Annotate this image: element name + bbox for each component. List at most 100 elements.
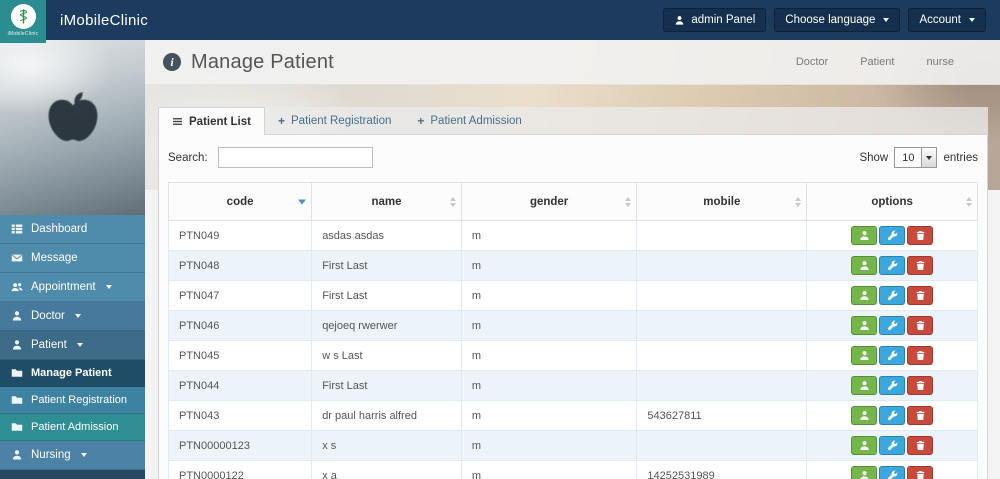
sidebar-item-message[interactable]: Message [0, 244, 145, 273]
list-icon [172, 116, 183, 127]
content: Patient List Patient Registration Patien… [158, 107, 988, 479]
patient-profile-button[interactable] [851, 376, 878, 395]
delete-patient-button[interactable] [907, 346, 934, 365]
cell-mobile [636, 310, 808, 341]
column-header-options[interactable]: options [806, 182, 978, 221]
sort-icon [625, 196, 632, 207]
delete-patient-button[interactable] [907, 256, 934, 275]
choose-language-button[interactable]: Choose language [774, 8, 901, 32]
search-label: Search: [168, 151, 208, 164]
sidebar-item-appointment[interactable]: Appointment [0, 273, 145, 302]
patient-profile-button[interactable] [851, 316, 878, 335]
column-header-mobile[interactable]: mobile [636, 182, 808, 221]
patient-profile-button[interactable] [851, 466, 878, 479]
sidebar-item-patient-registration[interactable]: Patient Registration [0, 387, 145, 414]
edit-patient-button[interactable] [879, 286, 906, 305]
patient-profile-button[interactable] [851, 406, 878, 425]
header-link-doctor[interactable]: Doctor [796, 56, 828, 68]
cell-code: PTN046 [167, 310, 313, 341]
sidebar-item-patient[interactable]: Patient [0, 331, 145, 360]
cell-mobile [636, 430, 808, 461]
sidebar-item-doctor[interactable]: Doctor [0, 302, 145, 331]
delete-patient-button[interactable] [907, 376, 934, 395]
edit-patient-button[interactable] [879, 316, 906, 335]
cell-code: PTN048 [167, 250, 313, 281]
brand-title: iMobileClinic [60, 11, 149, 29]
sidebar-item-dashboard[interactable]: Dashboard [0, 215, 145, 244]
account-button[interactable]: Account [908, 8, 986, 32]
delete-patient-button[interactable] [907, 406, 934, 425]
header-link-patient[interactable]: Patient [860, 56, 894, 68]
sidebar-item-label: Patient Registration [31, 394, 127, 406]
app-logo[interactable]: iMobileClinic [0, 0, 46, 43]
user-icon [859, 290, 870, 301]
delete-patient-button[interactable] [907, 226, 934, 245]
apple-silhouette [48, 92, 97, 142]
user-icon [859, 230, 870, 241]
trash-icon [915, 230, 926, 241]
patient-profile-button[interactable] [851, 256, 878, 275]
chevron-down-icon [76, 343, 83, 347]
cell-name: x s [311, 430, 462, 461]
column-header-code[interactable]: code [167, 182, 313, 221]
table-header-row: code name gender mobile options [167, 182, 978, 221]
edit-patient-button[interactable] [879, 406, 906, 425]
admin-panel-button[interactable]: admin Panel [663, 8, 767, 32]
navbar-actions: admin Panel Choose language Account [663, 8, 986, 32]
cell-mobile [636, 340, 808, 371]
patient-profile-button[interactable] [851, 346, 878, 365]
cell-name: x a [311, 460, 462, 479]
edit-patient-button[interactable] [879, 346, 906, 365]
tab-patient-admission[interactable]: Patient Admission [404, 107, 534, 134]
tab-patient-registration[interactable]: Patient Registration [265, 107, 404, 134]
table-row: PTN0000122 x a m 14252531989 [167, 460, 978, 479]
cell-gender: m [460, 370, 638, 401]
wrench-icon [887, 380, 898, 391]
cell-name: First Last [311, 370, 462, 401]
sidebar-item-patient-admission[interactable]: Patient Admission [0, 414, 145, 441]
sidebar-item-label: Appointment [31, 281, 96, 293]
dashboard-list-icon [10, 223, 23, 235]
patient-profile-button[interactable] [851, 436, 878, 455]
cell-mobile [636, 370, 808, 401]
cell-options [806, 460, 978, 479]
header-link-nurse[interactable]: nurse [926, 56, 954, 68]
table-row: PTN043 dr paul harris alfred m 543627811 [167, 400, 978, 431]
search-input[interactable] [217, 147, 373, 168]
select-arrow-icon [921, 148, 937, 167]
patient-profile-button[interactable] [851, 226, 878, 245]
cell-mobile: 14252531989 [636, 460, 808, 479]
delete-patient-button[interactable] [907, 286, 934, 305]
column-header-name[interactable]: name [311, 182, 462, 221]
patient-profile-button[interactable] [851, 286, 878, 305]
cell-gender: m [460, 460, 638, 479]
plus-icon [417, 114, 424, 128]
cell-code: PTN047 [167, 280, 313, 311]
delete-patient-button[interactable] [907, 316, 934, 335]
delete-patient-button[interactable] [907, 466, 934, 479]
edit-patient-button[interactable] [879, 436, 906, 455]
sidebar-item-label: Patient Admission [31, 421, 119, 433]
cell-options [806, 220, 978, 251]
sidebar-item-manage-patient[interactable]: Manage Patient [0, 360, 145, 387]
page-size-select[interactable]: 10 [894, 147, 938, 168]
cell-options [806, 430, 978, 461]
trash-icon [915, 290, 926, 301]
column-label: gender [529, 195, 569, 208]
chevron-down-icon [105, 285, 112, 289]
column-label: code [226, 195, 254, 208]
medical-caduceus-icon [10, 3, 36, 29]
edit-patient-button[interactable] [879, 466, 906, 479]
patient-table-body: PTN049 asdas asdas m PTN048 First Last m PTN04… [167, 220, 978, 479]
edit-patient-button[interactable] [879, 226, 906, 245]
delete-patient-button[interactable] [907, 436, 934, 455]
edit-patient-button[interactable] [879, 376, 906, 395]
edit-patient-button[interactable] [879, 256, 906, 275]
trash-icon [915, 320, 926, 331]
column-header-gender[interactable]: gender [460, 182, 638, 221]
cell-options [806, 400, 978, 431]
cell-code: PTN043 [167, 400, 313, 431]
tab-patient-list[interactable]: Patient List [158, 107, 265, 135]
trash-icon [915, 260, 926, 271]
sidebar-item-nursing[interactable]: Nursing [0, 441, 145, 470]
